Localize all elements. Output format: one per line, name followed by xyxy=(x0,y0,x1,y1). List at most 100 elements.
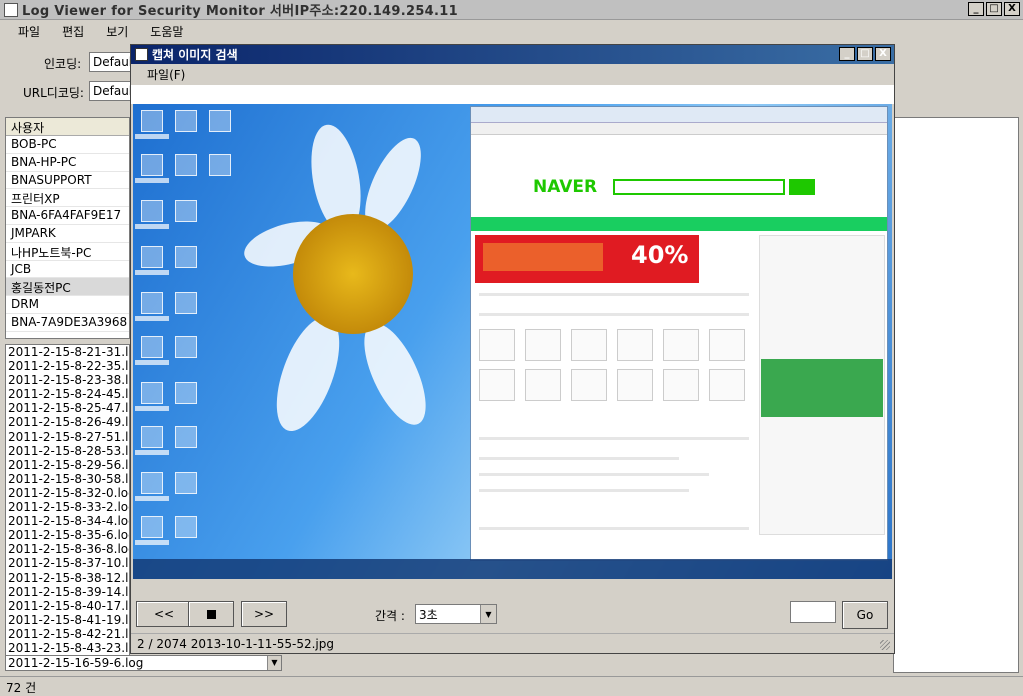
status-count: 72 건 xyxy=(6,681,37,695)
ad-banner: 40% xyxy=(475,235,699,283)
page-current: 2 xyxy=(137,637,145,651)
capture-search-dialog: 캡쳐 이미지 검색 _ □ X 파일(F) NAVER 40% << >> 간격… xyxy=(130,44,895,654)
log-row[interactable]: 2011-2-15-8-37-10.log xyxy=(6,556,129,570)
log-row[interactable]: 2011-2-15-8-23-38.log xyxy=(6,373,129,387)
naver-nav-bar xyxy=(471,217,887,231)
log-row[interactable]: 2011-2-15-8-39-14.log xyxy=(6,585,129,599)
desktop-icon xyxy=(141,200,163,222)
menu-file[interactable]: 파일 xyxy=(18,23,40,40)
log-row[interactable]: 2011-2-15-8-35-6.log xyxy=(6,528,129,542)
prev-button[interactable]: << xyxy=(136,601,192,627)
user-row[interactable]: BNA-6FA4FAF9E17 xyxy=(6,207,129,225)
desktop-icon xyxy=(141,154,163,176)
log-file-combo-value: 2011-2-15-16-59-6.log xyxy=(8,656,144,670)
content-line xyxy=(479,457,679,460)
user-row[interactable]: BNA-HP-PC xyxy=(6,154,129,172)
dialog-menu-file[interactable]: 파일(F) xyxy=(147,66,185,83)
main-title-bar[interactable]: Log Viewer for Security Monitor 서버IP주소:2… xyxy=(0,0,1023,20)
log-row[interactable]: 2011-2-15-8-41-19.log xyxy=(6,613,129,627)
log-row[interactable]: 2011-2-15-8-43-23.log xyxy=(6,641,129,655)
close-button[interactable]: X xyxy=(1004,2,1020,16)
next-button[interactable]: >> xyxy=(241,601,287,627)
stop-icon xyxy=(206,609,216,619)
url-decoding-label: URL디코딩: xyxy=(23,86,84,100)
interval-value: 3초 xyxy=(419,608,438,622)
chevron-down-icon[interactable]: ▼ xyxy=(480,605,496,623)
dialog-minimize-button[interactable]: _ xyxy=(839,47,855,61)
page-number-input[interactable] xyxy=(790,601,836,623)
log-row[interactable]: 2011-2-15-8-30-58.log xyxy=(6,472,129,486)
news-tile xyxy=(525,329,561,361)
desktop-icon xyxy=(175,382,197,404)
news-tile xyxy=(663,369,699,401)
log-row[interactable]: 2011-2-15-8-22-35.log xyxy=(6,359,129,373)
menu-bar: 파일 편집 보기 도움말 xyxy=(0,20,1023,42)
flower-center xyxy=(293,214,413,334)
encoding-select[interactable]: Default xyxy=(89,52,131,72)
user-row[interactable]: JCB xyxy=(6,261,129,279)
news-tile xyxy=(617,329,653,361)
interval-label: 간격 : xyxy=(375,609,405,623)
log-file-list[interactable]: 2011-2-15-8-21-31.log 2011-2-15-8-22-35.… xyxy=(5,344,130,656)
user-row[interactable]: BNASUPPORT xyxy=(6,172,129,190)
news-tile xyxy=(571,369,607,401)
desktop-icon xyxy=(175,292,197,314)
user-row[interactable]: DRM xyxy=(6,296,129,314)
ad-banner-percent: 40% xyxy=(631,241,689,269)
dialog-close-button[interactable]: X xyxy=(875,47,891,61)
log-row[interactable]: 2011-2-15-8-21-31.log xyxy=(6,345,129,359)
minimize-button[interactable]: _ xyxy=(968,2,984,16)
menu-view[interactable]: 보기 xyxy=(106,23,128,40)
menu-edit[interactable]: 편집 xyxy=(62,23,84,40)
dialog-title-bar[interactable]: 캡쳐 이미지 검색 _ □ X xyxy=(131,45,894,64)
news-tile xyxy=(663,329,699,361)
log-row[interactable]: 2011-2-15-8-32-0.log xyxy=(6,486,129,500)
desktop-icon xyxy=(209,110,231,132)
log-row[interactable]: 2011-2-15-8-29-56.log xyxy=(6,458,129,472)
log-row[interactable]: 2011-2-15-8-28-53.log xyxy=(6,444,129,458)
user-row[interactable]: 나HP노트북-PC xyxy=(6,243,129,261)
dialog-app-icon xyxy=(135,48,148,61)
dialog-status-bar: 2 / 2074 2013-10-1-11-55-52.jpg xyxy=(131,633,894,653)
dialog-menu-bar: 파일(F) xyxy=(131,64,894,84)
log-row[interactable]: 2011-2-15-8-27-51.log xyxy=(6,430,129,444)
user-list[interactable]: 사용자 BOB-PC BNA-HP-PC BNASUPPORT 프린터XP BN… xyxy=(5,117,130,339)
user-row[interactable]: JMPARK xyxy=(6,225,129,243)
user-row[interactable]: BOB-PC xyxy=(6,136,129,154)
user-row[interactable]: 프린터XP xyxy=(6,189,129,208)
content-line xyxy=(479,313,749,316)
desktop-icon xyxy=(175,154,197,176)
dialog-maximize-button[interactable]: □ xyxy=(857,47,873,61)
chevron-down-icon[interactable]: ▼ xyxy=(267,656,281,670)
user-row[interactable]: BNA-7A9DE3A3968 xyxy=(6,314,129,332)
desktop-icon xyxy=(141,292,163,314)
log-row[interactable]: 2011-2-15-8-33-2.log xyxy=(6,500,129,514)
log-row[interactable]: 2011-2-15-8-36-8.log xyxy=(6,542,129,556)
log-row[interactable]: 2011-2-15-8-26-49.log xyxy=(6,415,129,429)
dialog-title: 캡쳐 이미지 검색 xyxy=(152,48,238,62)
content-line xyxy=(479,527,749,530)
desktop-icon xyxy=(141,426,163,448)
user-list-header[interactable]: 사용자 xyxy=(6,118,129,136)
resize-grip[interactable] xyxy=(880,640,890,650)
desktop-icon-label xyxy=(135,178,169,183)
menu-help[interactable]: 도움말 xyxy=(150,23,183,40)
go-button[interactable]: Go xyxy=(842,601,888,629)
log-row[interactable]: 2011-2-15-8-25-47.log xyxy=(6,401,129,415)
log-file-combo[interactable]: 2011-2-15-16-59-6.log ▼ xyxy=(5,655,282,671)
naver-search-box xyxy=(613,179,785,195)
captured-browser-window: NAVER 40% xyxy=(470,106,888,561)
log-row[interactable]: 2011-2-15-8-38-12.log xyxy=(6,571,129,585)
window-title: Log Viewer for Security Monitor 서버IP주소:2… xyxy=(22,4,458,19)
log-row[interactable]: 2011-2-15-8-42-21.log xyxy=(6,627,129,641)
maximize-button[interactable]: □ xyxy=(986,2,1002,16)
log-row[interactable]: 2011-2-15-8-34-4.log xyxy=(6,514,129,528)
interval-select[interactable]: 3초 ▼ xyxy=(415,604,497,624)
log-row[interactable]: 2011-2-15-8-40-17.log xyxy=(6,599,129,613)
log-row[interactable]: 2011-2-15-8-24-45.log xyxy=(6,387,129,401)
desktop-icon xyxy=(175,516,197,538)
url-decoding-select[interactable]: Default xyxy=(89,81,131,101)
stop-button[interactable] xyxy=(188,601,234,627)
browser-address-bar xyxy=(471,107,887,123)
user-row-selected[interactable]: 홍길동전PC xyxy=(6,278,129,297)
